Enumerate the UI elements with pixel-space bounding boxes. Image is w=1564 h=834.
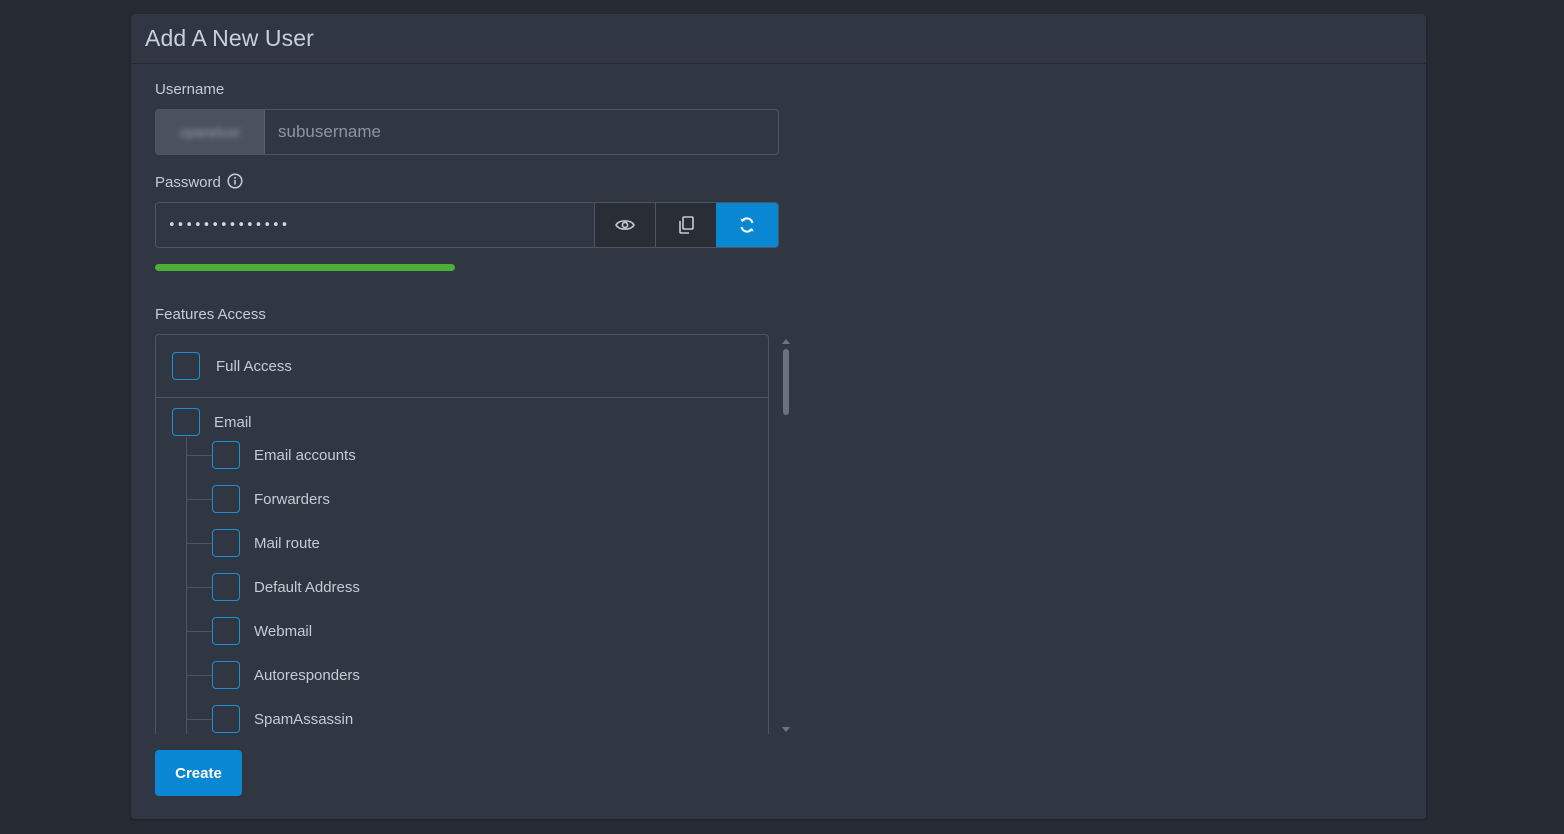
email-group-label: Email xyxy=(214,413,252,431)
default-address-label: Default Address xyxy=(254,578,360,596)
show-password-button[interactable] xyxy=(594,203,655,247)
password-label: Password xyxy=(155,173,243,191)
mail-route-checkbox[interactable] xyxy=(212,529,240,557)
full-access-checkbox[interactable] xyxy=(172,352,200,380)
info-icon[interactable] xyxy=(227,173,243,189)
mail-route-label: Mail route xyxy=(254,534,320,552)
features-scrollbar[interactable] xyxy=(781,336,791,734)
refresh-icon xyxy=(740,217,754,233)
tree-connector xyxy=(186,437,187,734)
copy-icon xyxy=(679,216,694,234)
full-access-label: Full Access xyxy=(216,357,292,375)
autoresponders-label: Autoresponders xyxy=(254,666,360,684)
password-label-text: Password xyxy=(155,174,221,191)
email-accounts-checkbox[interactable] xyxy=(212,441,240,469)
password-input-group xyxy=(155,202,779,248)
feature-item-default-address[interactable]: Default Address xyxy=(186,572,360,602)
features-access-label: Features Access xyxy=(155,306,266,323)
spamassassin-label: SpamAssassin xyxy=(254,710,354,728)
scroll-up-arrow-icon[interactable] xyxy=(782,339,790,344)
feature-item-webmail[interactable]: Webmail xyxy=(185,616,313,646)
eye-icon xyxy=(615,220,635,230)
default-address-checkbox[interactable] xyxy=(212,573,240,601)
webmail-checkbox[interactable] xyxy=(212,617,240,645)
page-title: Add A New User xyxy=(145,25,314,51)
email-group-row[interactable]: Email xyxy=(172,408,252,436)
email-group-checkbox[interactable] xyxy=(172,408,200,436)
password-input[interactable] xyxy=(156,203,594,247)
subusername-input[interactable] xyxy=(265,110,778,154)
feature-item-email-accounts[interactable]: Email accounts xyxy=(186,440,356,470)
username-input-group: cpanelusr xyxy=(155,109,779,155)
username-label: Username xyxy=(155,81,225,98)
password-strength-bar xyxy=(155,264,455,271)
autoresponders-checkbox[interactable] xyxy=(212,661,240,689)
webmail-label: Webmail xyxy=(254,622,313,640)
spamassassin-checkbox[interactable] xyxy=(212,705,240,733)
create-button[interactable]: Create xyxy=(155,750,242,796)
feature-item-autoresponders[interactable]: Autoresponders xyxy=(186,660,360,690)
scroll-thumb[interactable] xyxy=(783,349,789,415)
scroll-down-arrow-icon[interactable] xyxy=(782,727,790,732)
generate-password-button[interactable] xyxy=(716,203,778,247)
username-prefix: cpanelusr xyxy=(156,110,265,154)
feature-item-forwarders[interactable]: Forwarders xyxy=(186,484,330,514)
email-accounts-label: Email accounts xyxy=(254,446,356,464)
feature-item-spamassassin[interactable]: SpamAssassin xyxy=(185,704,354,734)
feature-item-mail-route[interactable]: Mail route xyxy=(186,528,320,558)
forwarders-label: Forwarders xyxy=(254,490,330,508)
features-access-list: Full Access Email Email accounts Forward… xyxy=(155,334,769,734)
username-prefix-value: cpanelusr xyxy=(179,124,241,140)
forwarders-checkbox[interactable] xyxy=(212,485,240,513)
full-access-row[interactable]: Full Access xyxy=(156,335,768,398)
add-user-panel: Add A New User Username cpanelusr Passwo… xyxy=(131,14,1426,819)
panel-header: Add A New User xyxy=(131,14,1426,64)
copy-password-button[interactable] xyxy=(655,203,716,247)
